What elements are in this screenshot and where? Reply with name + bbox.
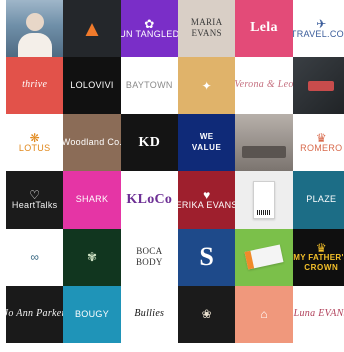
brand-name-text: BOUGY <box>74 308 109 319</box>
brand-name-text: PLAZE <box>306 194 337 205</box>
logo-tile-t17[interactable] <box>235 114 293 172</box>
logo-tile-t32[interactable]: BOUGY <box>63 285 121 343</box>
portrait-image <box>25 13 44 32</box>
logo-tile-t23[interactable] <box>235 171 293 229</box>
logo-tile-t34[interactable]: ❀ <box>177 285 236 343</box>
brand-name-text: BAYTOWN <box>125 80 173 91</box>
barcode-icon <box>256 210 271 216</box>
brand-name-text: WE <box>199 132 214 142</box>
brand-name-text: thrive <box>22 79 48 91</box>
brand-name-text: Bullies <box>134 308 165 320</box>
logo-tile-t08[interactable]: LOLOVIVI <box>63 57 121 115</box>
brand-name-text: UN TANGLED <box>120 28 178 39</box>
logo-tile-t19[interactable]: ♡ HeartTalks <box>6 171 64 229</box>
business-card-image <box>244 244 284 270</box>
portrait-image-body <box>17 33 52 58</box>
logo-tile-t26[interactable]: ✾ <box>63 228 121 286</box>
logo-tile-t21[interactable]: KLoCo <box>120 171 178 229</box>
brand-name-text: MY FATHER'S <box>293 252 344 262</box>
logo-tile-t36[interactable]: Luna EVANS <box>292 285 344 343</box>
logo-tile-t25[interactable]: ∞ <box>6 228 64 286</box>
logo-gallery-grid: ▲✿UN TANGLEDMARIAEVANSLela✈TRAVEL.COMthr… <box>6 0 344 343</box>
logo-tile-t10[interactable]: ✦ <box>177 57 236 115</box>
logo-tile-t06[interactable]: ✈TRAVEL.COM <box>292 0 344 58</box>
brand-name-text: ERIKA EVANS <box>177 200 236 211</box>
logo-tile-t05[interactable]: Lela <box>235 0 293 58</box>
brand-name-text: Luna EVANS <box>293 308 344 320</box>
logo-tile-t35[interactable]: ⌂ <box>235 285 293 343</box>
brand-subtitle-text: BODY <box>135 257 163 268</box>
logo-symbol-icon: ∞ <box>30 250 39 265</box>
brand-name-text: TRAVEL.COM <box>292 28 344 39</box>
logo-tile-t15[interactable]: KD <box>120 114 178 172</box>
logo-tile-t01[interactable] <box>6 0 64 58</box>
logo-tile-t07[interactable]: thrive <box>6 57 64 115</box>
logo-tile-t03[interactable]: ✿ UN TANGLED <box>120 0 178 58</box>
storefront-sign-image <box>308 80 335 91</box>
office-photo-image <box>241 145 286 158</box>
logo-tile-t29[interactable] <box>235 228 293 286</box>
logo-tile-t04[interactable]: MARIA EVANS <box>177 0 236 58</box>
brand-name-text: Verona & Leo <box>235 79 293 91</box>
brand-name-text: Woodland Co. <box>63 137 121 148</box>
logo-tile-t13[interactable]: ❋ LOTUS <box>6 114 64 172</box>
brand-name-text: BOCA <box>136 245 163 256</box>
logo-tile-t14[interactable]: Woodland Co. <box>63 114 121 172</box>
logo-symbol-icon: ▲ <box>81 15 103 41</box>
brand-subtitle-text: CROWN <box>304 263 339 273</box>
brand-name-text: ROMERO <box>300 143 343 154</box>
brand-name-text: MARIA <box>190 16 223 27</box>
logo-symbol-icon: ❀ <box>201 307 212 322</box>
ticket-card-image <box>252 181 275 220</box>
logo-tile-t33[interactable]: Bullies <box>120 285 178 343</box>
brand-name-text: HeartTalks <box>11 200 58 211</box>
brand-name-text: LOLOVIVI <box>70 80 114 91</box>
logo-tile-t31[interactable]: Jo Ann Parker <box>6 285 64 343</box>
logo-tile-t18[interactable]: ♛ ROMERO <box>292 114 344 172</box>
brand-name-text: Lela <box>250 20 278 36</box>
logo-symbol-icon: S <box>199 242 214 272</box>
logo-symbol-icon: ⌂ <box>260 307 268 322</box>
logo-tile-t22[interactable]: ♥ ERIKA EVANS <box>177 171 236 229</box>
logo-tile-t28[interactable]: S <box>177 228 236 286</box>
brand-subtitle-text: VALUE <box>191 142 222 152</box>
logo-tile-t16[interactable]: WE VALUE <box>177 114 236 172</box>
brand-name-text: KD <box>138 134 161 150</box>
brand-subtitle-text: EVANS <box>191 28 222 39</box>
logo-symbol-icon: ♛ <box>315 240 327 255</box>
logo-tile-t20[interactable]: SHARK <box>63 171 121 229</box>
brand-name-text: LOTUS <box>18 143 51 154</box>
brand-name-text: SHARK <box>75 194 109 205</box>
logo-tile-t09[interactable]: BAYTOWN <box>120 57 178 115</box>
logo-symbol-icon: ✦ <box>201 78 212 93</box>
logo-tile-t12[interactable] <box>292 57 344 115</box>
logo-tile-t30[interactable]: ♛ MY FATHER'S CROWN <box>292 228 344 286</box>
logo-tile-t24[interactable]: PLAZE <box>292 171 344 229</box>
brand-name-text: Jo Ann Parker <box>6 308 64 320</box>
logo-tile-t27[interactable]: BOCA BODY <box>120 228 178 286</box>
logo-tile-t11[interactable]: Verona & Leo <box>235 57 293 115</box>
brand-name-text: KLoCo <box>126 191 173 207</box>
logo-tile-t02[interactable]: ▲ <box>63 0 121 58</box>
logo-symbol-icon: ✾ <box>86 250 98 265</box>
